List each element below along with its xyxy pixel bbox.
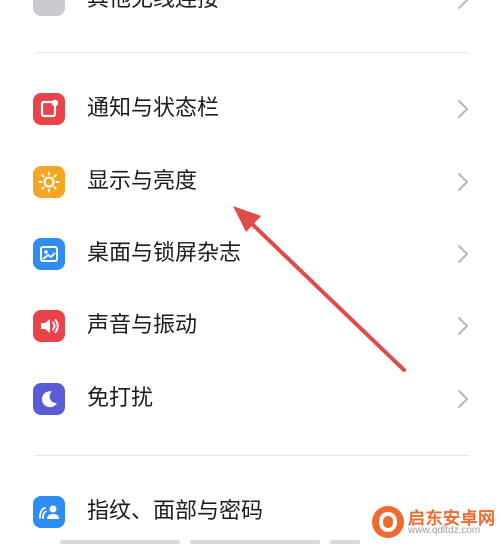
settings-item-label: 显示与亮度 [87, 169, 198, 194]
image-icon [33, 238, 65, 270]
speaker-icon [33, 310, 65, 342]
section-divider [35, 52, 469, 53]
bottom-tab-indicator [60, 540, 180, 544]
chevron-right-icon [458, 173, 468, 191]
chevron-right-icon [458, 317, 468, 335]
settings-item-label: 桌面与锁屏杂志 [87, 241, 242, 266]
settings-item-home-lockscreen[interactable]: 桌面与锁屏杂志 [0, 218, 500, 290]
chevron-right-icon [458, 100, 468, 118]
bottom-edge [0, 538, 500, 544]
section-divider [35, 455, 469, 456]
watermark-url: www.qdltdz.com [408, 525, 481, 536]
link-icon [33, 0, 65, 16]
chevron-right-icon [458, 0, 468, 9]
settings-item-label: 声音与振动 [87, 313, 198, 338]
bottom-tab-indicator [330, 540, 360, 544]
settings-item-do-not-disturb[interactable]: 免打扰 [0, 363, 500, 435]
settings-item-sound-vibration[interactable]: 声音与振动 [0, 290, 500, 362]
watermark-logo-icon [372, 506, 404, 538]
settings-item-label: 通知与状态栏 [87, 96, 220, 121]
settings-item-other-wireless[interactable]: 其他无线连接 [0, 0, 500, 36]
notification-icon [33, 93, 65, 125]
bottom-tab-indicator [190, 540, 320, 544]
face-lock-icon [33, 496, 65, 528]
chevron-right-icon [458, 390, 468, 408]
chevron-right-icon [458, 245, 468, 263]
settings-item-label: 免打扰 [87, 386, 154, 411]
settings-item-label: 指纹、面部与密码 [87, 499, 264, 524]
moon-icon [33, 383, 65, 415]
settings-item-notifications[interactable]: 通知与状态栏 [0, 73, 500, 145]
settings-item-display-brightness[interactable]: 显示与亮度 [0, 146, 500, 218]
settings-item-label: 其他无线连接 [87, 0, 219, 13]
settings-screen: 其他无线连接 通知与状态栏 [0, 0, 500, 544]
sun-icon [33, 166, 65, 198]
